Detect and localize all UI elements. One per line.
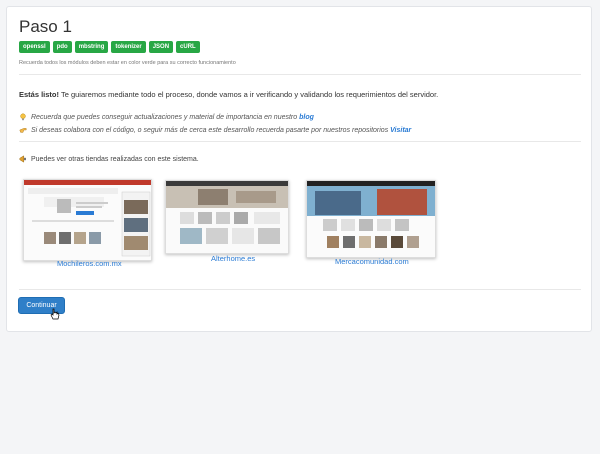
page-title: Paso 1: [19, 17, 72, 36]
store-screenshot-mochileros: [24, 180, 151, 260]
store-thumbnail-mochileros[interactable]: [23, 179, 152, 261]
badge-mbstring: mbstring: [74, 41, 109, 53]
main-card: Paso 1 openssl pdo mbstring tokenizer JS…: [6, 6, 592, 332]
hand-pointing-icon: [19, 128, 27, 133]
badge-pdo: pdo: [52, 41, 72, 53]
store-link-mochileros[interactable]: Mochileros.com.mx: [57, 259, 122, 268]
repo-link[interactable]: Visitar: [390, 127, 411, 134]
store-thumbnail-mercacomunidad[interactable]: [306, 180, 436, 258]
stores-label: Puedes ver otras tiendas realizadas con …: [19, 155, 199, 163]
badge-curl: cURL: [176, 41, 200, 53]
blog-link[interactable]: blog: [299, 114, 314, 121]
module-badges: openssl pdo mbstring tokenizer JSON cURL: [19, 41, 200, 53]
ready-message: Estás listo! Te guiaremos mediante todo …: [19, 90, 438, 99]
megaphone-icon: [19, 155, 26, 163]
store-screenshot-alterhome: [166, 181, 288, 253]
tip-blog: Recuerda que puedes conseguir actualizac…: [19, 113, 314, 121]
divider: [19, 74, 581, 75]
ready-bold: Estás listo!: [19, 90, 60, 99]
badge-openssl: openssl: [19, 41, 50, 53]
lightbulb-icon: [20, 113, 26, 121]
modules-hint: Recuerda todos los módulos deben estar e…: [19, 60, 236, 66]
tip-blog-text: Recuerda que puedes conseguir actualizac…: [31, 113, 300, 121]
store-screenshot-mercacomunidad: [307, 181, 435, 257]
store-link-mercacomunidad[interactable]: Mercacomunidad.com: [335, 257, 409, 266]
divider: [19, 141, 581, 142]
store-thumbnail-alterhome[interactable]: [165, 180, 289, 254]
hand-cursor-icon: [50, 308, 60, 320]
divider: [19, 289, 581, 290]
tip-repo: Si deseas colabora con el código, o segu…: [19, 126, 411, 134]
tip-repo-text: Si deseas colabora con el código, o segu…: [31, 126, 391, 134]
badge-tokenizer: tokenizer: [111, 41, 146, 53]
ready-text: Te guiaremos mediante todo el proceso, d…: [59, 90, 439, 99]
badge-json: JSON: [148, 41, 174, 53]
stores-label-text: Puedes ver otras tiendas realizadas con …: [31, 155, 199, 163]
store-link-alterhome[interactable]: Alterhome.es: [211, 254, 255, 263]
